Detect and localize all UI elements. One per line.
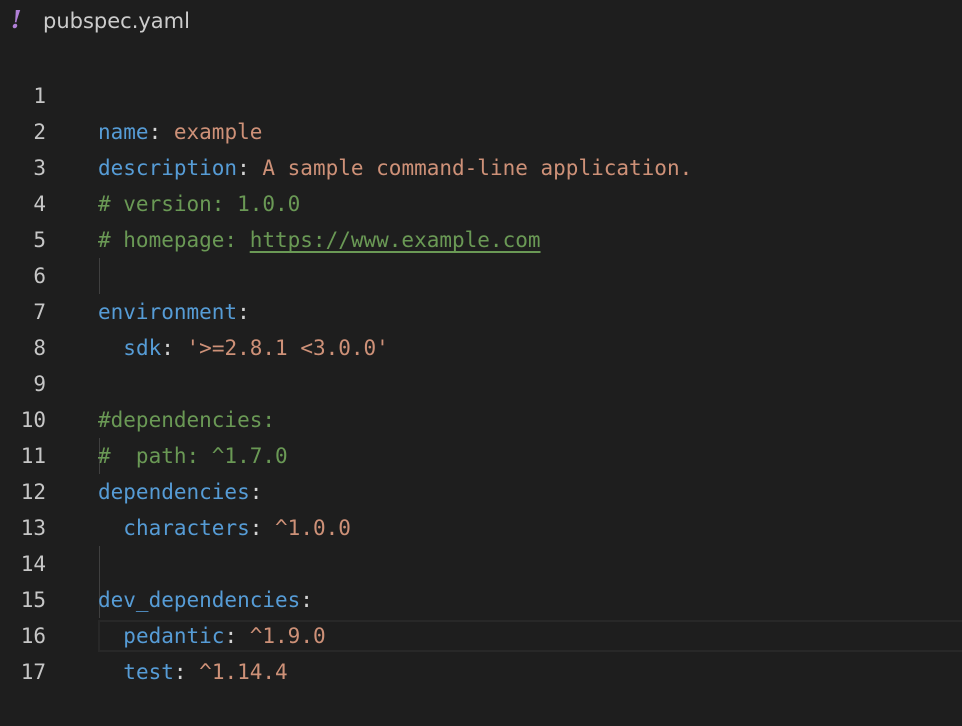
code-line[interactable]: 12 characters: ^1.0.0 — [0, 438, 962, 540]
code-line[interactable]: 6 environment: — [0, 222, 962, 324]
yaml-separator: : — [173, 660, 200, 684]
code-line[interactable]: 16 test: ^1.14.4 — [0, 582, 962, 684]
code-line[interactable]: 14 dev_dependencies: — [0, 510, 962, 612]
code-line[interactable]: 2 description: A sample command-line app… — [0, 78, 962, 180]
code-line[interactable]: 4 # homepage: https://www.example.com — [0, 150, 962, 252]
line-code: test: ^1.14.4 — [98, 654, 288, 690]
code-line[interactable]: 17 — [0, 618, 962, 684]
code-line[interactable]: 3 # version: 1.0.0 — [0, 114, 962, 216]
tab-filename: pubspec.yaml — [43, 9, 190, 33]
editor-tab[interactable]: ! pubspec.yaml — [0, 0, 962, 42]
code-line[interactable]: 15 pedantic: ^1.9.0 — [0, 546, 962, 648]
yaml-key: test — [123, 660, 174, 684]
code-line[interactable]: 1 name: example — [0, 42, 962, 144]
yaml-file-icon: ! — [11, 5, 22, 34]
yaml-value: ^1.14.4 — [199, 660, 288, 684]
code-line[interactable]: 10 # path: ^1.7.0 — [0, 366, 962, 468]
code-line[interactable]: 7 sdk: '>=2.8.1 <3.0.0' — [0, 258, 962, 360]
code-editor[interactable]: 1 name: example 2 description: A sample … — [0, 42, 962, 684]
code-line[interactable]: 8 — [0, 294, 962, 360]
code-line[interactable]: 11 dependencies: — [0, 402, 962, 504]
line-number: 17 — [20, 660, 46, 684]
code-line[interactable]: 5 — [0, 186, 962, 252]
code-line[interactable]: 9 #dependencies: — [0, 330, 962, 432]
code-line[interactable]: 13 — [0, 474, 962, 540]
